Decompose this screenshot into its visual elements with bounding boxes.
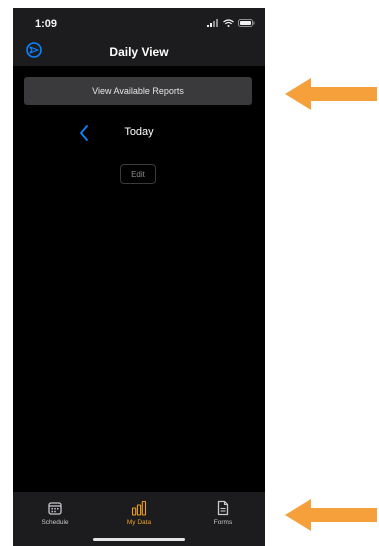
status-bar: 1:09 (13, 8, 265, 36)
screenshot-stage: 1:09 Daily View View Available Reports T… (0, 0, 379, 546)
status-icons (207, 18, 255, 28)
home-indicator[interactable] (93, 538, 185, 541)
calendar-icon (48, 502, 62, 515)
bar-chart-icon (131, 500, 147, 516)
tab-my-data[interactable]: My Data (109, 500, 169, 532)
status-time: 1:09 (35, 18, 58, 30)
battery-icon (238, 19, 255, 27)
view-available-reports-button[interactable]: View Available Reports (24, 77, 252, 105)
tab-bar: Schedule My Data Forms (13, 492, 265, 546)
annotation-arrow-tab-bar (285, 499, 377, 531)
document-icon (217, 500, 229, 516)
date-navigation: Today (13, 123, 265, 143)
page-title: Daily View (109, 45, 169, 59)
edit-button[interactable]: Edit (120, 164, 156, 184)
navigation-bar: Daily View (13, 36, 265, 66)
tab-label: My Data (126, 519, 152, 526)
tab-forms[interactable]: Forms (193, 500, 253, 532)
date-label: Today (124, 126, 154, 138)
phone-screen: 1:09 Daily View View Available Reports T… (13, 8, 265, 546)
wifi-icon (223, 19, 234, 27)
annotation-arrow-reports (285, 78, 377, 110)
signal-icon (207, 19, 218, 27)
tab-label: Schedule (41, 519, 69, 526)
tab-schedule[interactable]: Schedule (25, 500, 85, 532)
tab-label: Forms (213, 519, 233, 526)
